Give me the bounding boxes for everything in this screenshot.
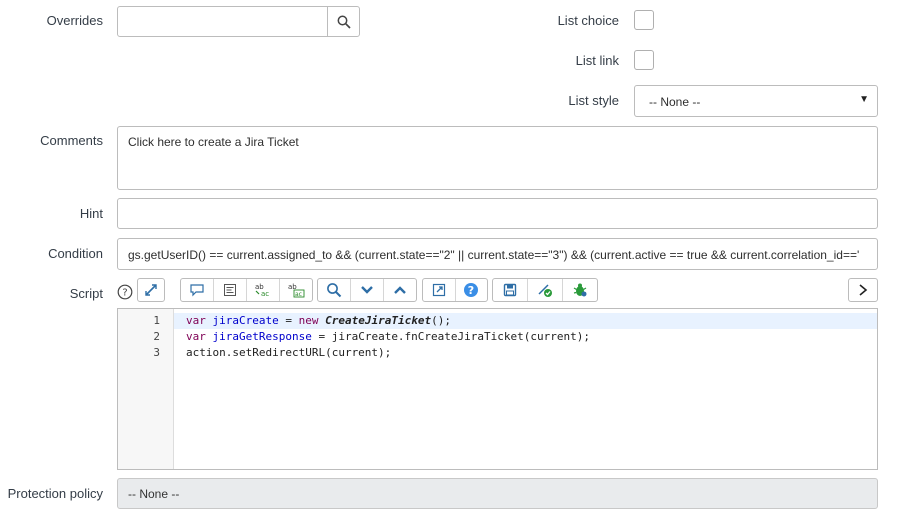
comments-textarea[interactable]: Click here to create a Jira Ticket <box>117 126 878 190</box>
protection-policy-field: -- None -- <box>117 478 878 509</box>
condition-text: gs.getUserID() == current.assigned_to &&… <box>128 248 860 262</box>
script-assistant-button[interactable] <box>137 278 165 302</box>
replace-button[interactable]: ab ac <box>247 279 280 301</box>
overrides-label: Overrides <box>46 13 103 28</box>
syntax-check-icon <box>538 284 552 297</box>
replace-all-button[interactable]: ab ac <box>280 279 312 301</box>
line-number: 3 <box>153 346 160 359</box>
hint-label: Hint <box>79 206 103 221</box>
list-style-select[interactable]: -- None -- ▼ <box>634 85 878 117</box>
condition-label: Condition <box>48 246 103 261</box>
caret-down-icon: ▼ <box>859 94 869 105</box>
format-code-button[interactable] <box>214 279 247 301</box>
overrides-lookup-button[interactable] <box>327 6 360 37</box>
fullscreen-icon <box>432 283 445 297</box>
toggle-comment-icon <box>190 284 204 297</box>
list-link-label: List link <box>575 53 619 68</box>
overrides-input[interactable] <box>117 6 328 37</box>
protection-policy-value: -- None -- <box>128 487 180 501</box>
list-choice-checkbox[interactable] <box>634 10 654 30</box>
line-number: 1 <box>153 314 160 327</box>
chevron-up-icon <box>394 286 406 294</box>
condition-input[interactable]: gs.getUserID() == current.assigned_to &&… <box>117 238 878 270</box>
find-icon <box>327 283 342 298</box>
svg-text:ac: ac <box>295 291 302 298</box>
help-toolbar-group: ? <box>422 278 488 302</box>
search-icon <box>337 15 351 29</box>
save-icon <box>503 283 517 297</box>
toggle-comment-button[interactable] <box>181 279 214 301</box>
question-icon: ? <box>464 283 479 297</box>
list-link-checkbox[interactable] <box>634 50 654 70</box>
list-style-selected-value: -- None -- <box>649 95 701 109</box>
chevron-down-icon <box>361 286 373 294</box>
svg-text:?: ? <box>122 288 127 299</box>
comments-label: Comments <box>40 133 103 148</box>
script-actions-group <box>492 278 598 302</box>
code-line: var jiraGetResponse = jiraCreate.fnCreat… <box>186 330 590 343</box>
format-code-icon <box>224 284 236 296</box>
script-editor[interactable]: 1 2 3 var jiraCreate = new CreateJiraTic… <box>117 308 878 470</box>
code-line: var jiraCreate = new CreateJiraTicket(); <box>186 314 451 327</box>
list-choice-label: List choice <box>557 13 619 28</box>
code-line: action.setRedirectURL(current); <box>186 346 392 359</box>
replace-all-icon: abac <box>288 283 305 298</box>
script-label: Script <box>69 286 103 301</box>
comments-text: Click here to create a Jira Ticket <box>128 135 299 149</box>
find-button[interactable] <box>318 279 351 301</box>
svg-text:?: ? <box>468 284 474 297</box>
help-icon: ? <box>117 284 133 300</box>
hint-input[interactable] <box>117 198 878 229</box>
debug-icon <box>573 283 587 297</box>
edit-toolbar-group: ab ac ab ac <box>180 278 313 302</box>
find-next-button[interactable] <box>351 279 384 301</box>
svg-text:ac: ac <box>261 290 269 298</box>
expand-editor-button[interactable] <box>848 278 878 302</box>
line-number: 2 <box>153 330 160 343</box>
list-style-label: List style <box>568 93 619 108</box>
syntax-check-button[interactable] <box>528 279 563 301</box>
chevron-right-icon <box>859 284 868 296</box>
debug-button[interactable] <box>563 279 597 301</box>
script-help-button[interactable]: ? <box>117 284 133 300</box>
search-toolbar-group <box>317 278 417 302</box>
replace-icon: abac <box>255 283 269 298</box>
protection-policy-label: Protection policy <box>7 486 103 501</box>
fullscreen-button[interactable] <box>423 279 456 301</box>
find-previous-button[interactable] <box>384 279 416 301</box>
save-button[interactable] <box>493 279 528 301</box>
context-help-button[interactable]: ? <box>456 279 488 301</box>
script-assistant-icon <box>145 284 157 296</box>
